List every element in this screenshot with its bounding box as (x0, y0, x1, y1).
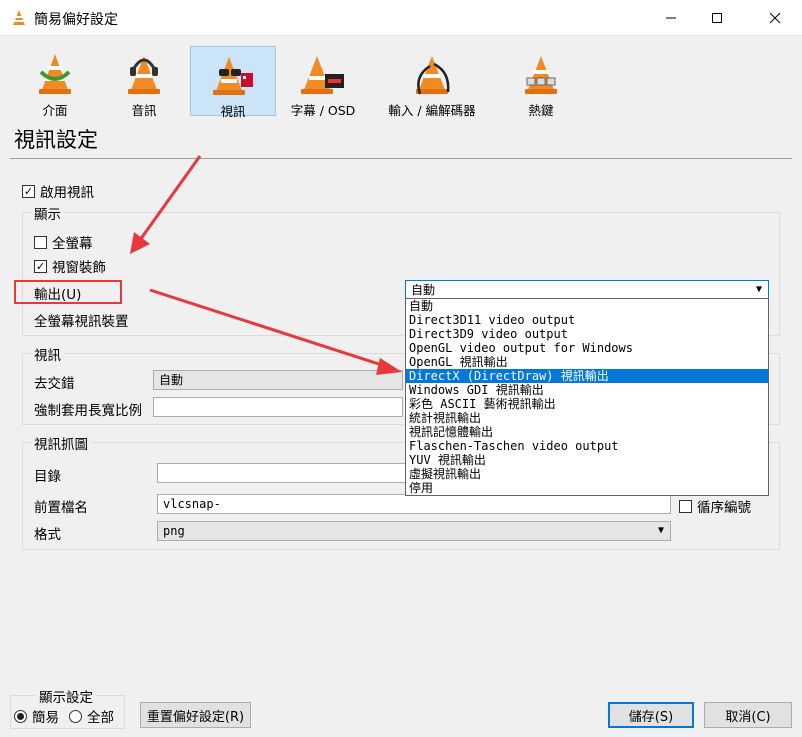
simple-radio[interactable]: 簡易 (14, 706, 59, 726)
arrowhead-icon (376, 358, 402, 375)
save-button[interactable]: 儲存(S) (608, 702, 694, 728)
annotation-arrow-1 (138, 155, 202, 241)
annotation-arrow-2 (149, 288, 386, 368)
reset-preferences-button[interactable]: 重置偏好設定(R) (140, 702, 251, 728)
radio-label: 簡易 (32, 710, 59, 726)
radio-circle (69, 709, 82, 723)
annotation-arrows (130, 155, 402, 375)
radio-circle (14, 709, 27, 723)
cancel-button[interactable]: 取消(C) (704, 702, 792, 728)
all-radio[interactable]: 全部 (69, 706, 114, 726)
arrowhead-icon (130, 232, 150, 254)
radio-label: 全部 (87, 710, 114, 726)
group-label: 顯示設定 (36, 686, 96, 706)
